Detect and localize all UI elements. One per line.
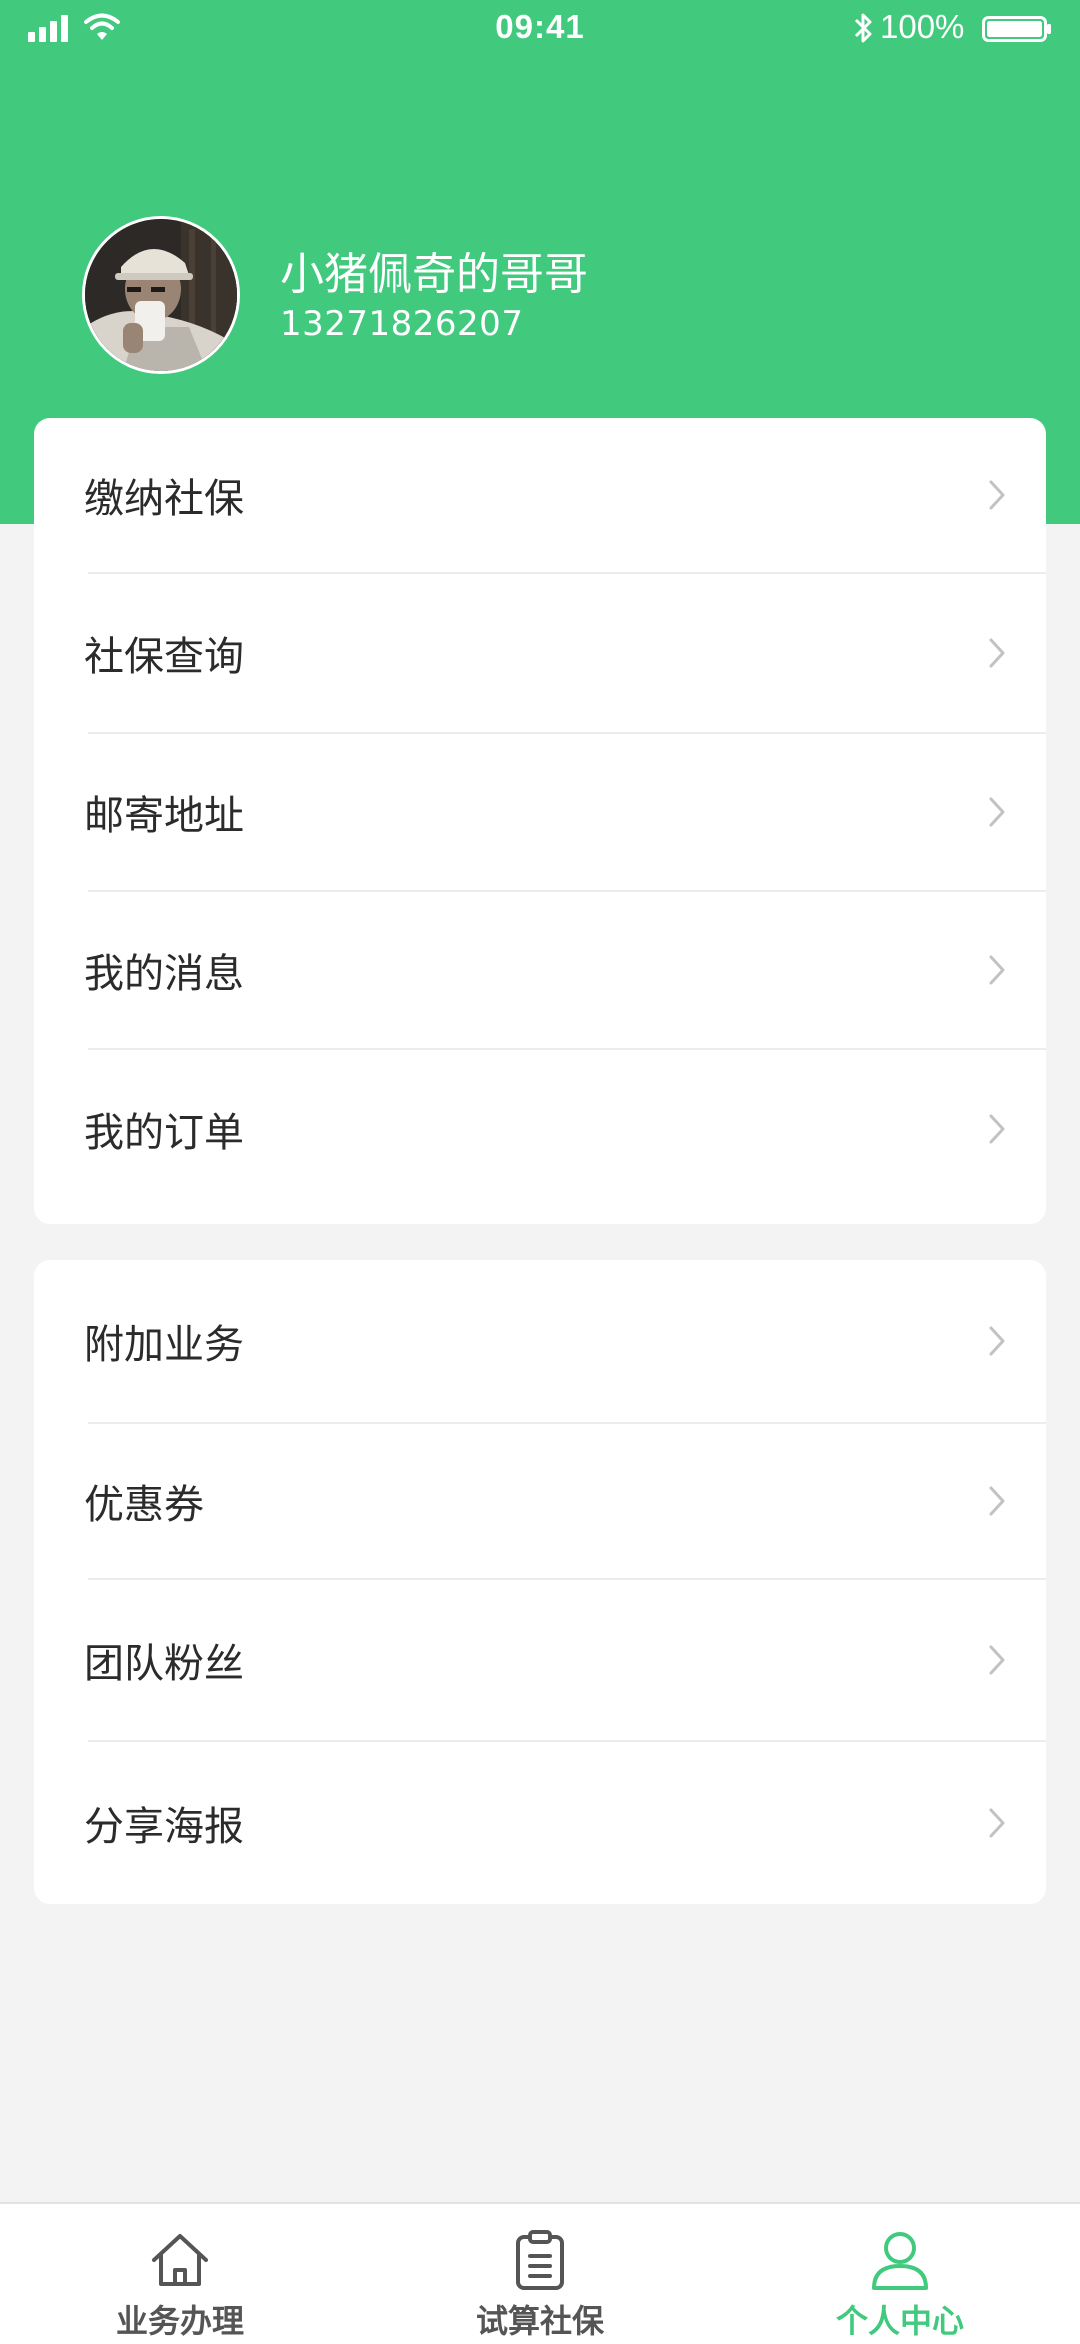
menu-item-coupons[interactable]: 优惠券 (34, 1424, 1046, 1578)
tab-label: 试算社保 (475, 2302, 604, 2340)
chevron-right-icon (989, 1114, 1005, 1144)
bluetooth-icon (854, 13, 872, 43)
tab-label: 业务办理 (115, 2302, 244, 2340)
menu-item-my-orders[interactable]: 我的订单 (34, 1050, 1046, 1208)
menu-item-label: 附加业务 (84, 1322, 244, 1368)
chevron-right-icon (989, 1645, 1005, 1675)
menu-item-label: 邮寄地址 (84, 793, 244, 839)
menu-item-my-messages[interactable]: 我的消息 (34, 892, 1046, 1048)
user-name: 小猪佩奇的哥哥 (280, 249, 588, 300)
menu-item-label: 我的消息 (84, 951, 244, 997)
menu-item-label: 优惠券 (84, 1482, 204, 1528)
menu-item-pay-social-security[interactable]: 缴纳社保 (34, 418, 1046, 572)
menu-item-mailing-address[interactable]: 邮寄地址 (34, 734, 1046, 890)
bottom-tab-bar: 业务办理 试算社保 个人中心 (0, 2202, 1080, 2344)
clipboard-icon (516, 2230, 564, 2290)
tab-calculate[interactable]: 试算社保 (360, 2204, 720, 2344)
status-bar: 09:41 100% (0, 0, 1080, 58)
tab-label: 个人中心 (835, 2302, 964, 2340)
tab-business[interactable]: 业务办理 (0, 2204, 360, 2344)
menu-item-label: 我的订单 (84, 1110, 244, 1156)
avatar-photo (85, 219, 237, 371)
menu-item-label: 分享海报 (84, 1804, 244, 1850)
chevron-right-icon (989, 1808, 1005, 1838)
person-icon (872, 2232, 928, 2290)
chevron-right-icon (989, 1326, 1005, 1356)
battery-icon (982, 16, 1051, 42)
home-icon (152, 2234, 208, 2286)
chevron-right-icon (989, 638, 1005, 668)
menu-card-main: 缴纳社保 社保查询 邮寄地址 我的消息 我的订单 (34, 418, 1046, 1224)
menu-item-additional-services[interactable]: 附加业务 (34, 1260, 1046, 1422)
chevron-right-icon (989, 797, 1005, 827)
avatar[interactable] (82, 216, 240, 374)
menu-item-label: 社保查询 (84, 634, 244, 680)
battery-percentage: 100% (880, 8, 965, 45)
menu-item-share-poster[interactable]: 分享海报 (34, 1742, 1046, 1904)
tab-profile[interactable]: 个人中心 (720, 2204, 1080, 2344)
user-phone: 13271826207 (280, 304, 524, 344)
menu-item-label: 缴纳社保 (84, 476, 244, 522)
chevron-right-icon (989, 1486, 1005, 1516)
menu-item-social-security-query[interactable]: 社保查询 (34, 574, 1046, 732)
menu-item-label: 团队粉丝 (84, 1641, 244, 1687)
menu-card-extra: 附加业务 优惠券 团队粉丝 分享海报 (34, 1260, 1046, 1904)
menu-item-team-fans[interactable]: 团队粉丝 (34, 1580, 1046, 1740)
chevron-right-icon (989, 480, 1005, 510)
chevron-right-icon (989, 955, 1005, 985)
